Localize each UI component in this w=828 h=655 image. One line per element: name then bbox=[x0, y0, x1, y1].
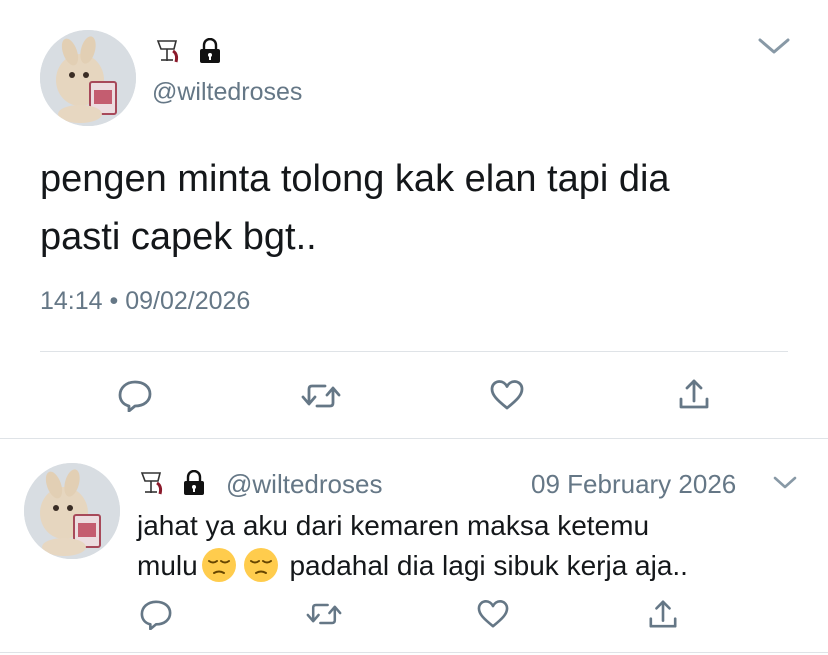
tweet-text: pengen minta tolong kak elan tapi dia pa… bbox=[40, 150, 670, 266]
tweet-text-line: mulu padahal dia lagi sibuk kerja aja.. bbox=[137, 546, 688, 586]
avatar[interactable] bbox=[24, 463, 120, 559]
lock-icon bbox=[182, 470, 206, 496]
pensive-face-emoji bbox=[201, 547, 237, 583]
display-name[interactable] bbox=[138, 468, 206, 498]
retweet-icon[interactable] bbox=[301, 381, 341, 411]
chevron-down-icon[interactable] bbox=[772, 475, 798, 491]
avatar[interactable] bbox=[40, 30, 136, 126]
retweet-icon[interactable] bbox=[306, 600, 342, 628]
handle[interactable]: @wiltedroses bbox=[152, 78, 302, 107]
chevron-down-icon[interactable] bbox=[757, 36, 791, 56]
pensive-face-emoji bbox=[243, 547, 279, 583]
tweet-text-segment: padahal dia lagi sibuk kerja aja.. bbox=[281, 550, 688, 581]
lock-icon bbox=[198, 38, 222, 64]
tweet-text-line: pengen minta tolong kak elan tapi dia bbox=[40, 158, 670, 200]
share-icon[interactable] bbox=[678, 377, 710, 411]
share-icon[interactable] bbox=[648, 598, 678, 630]
reply-icon[interactable] bbox=[117, 378, 153, 412]
display-name[interactable] bbox=[154, 36, 222, 66]
tweet-text: jahat ya aku dari kemaren maksa ketemu m… bbox=[137, 506, 688, 586]
wine-glass-icon bbox=[154, 37, 184, 65]
tweet-text-line: jahat ya aku dari kemaren maksa ketemu bbox=[137, 510, 650, 541]
wine-glass-icon bbox=[138, 469, 168, 497]
like-icon[interactable] bbox=[489, 379, 525, 411]
divider bbox=[0, 652, 828, 653]
like-icon[interactable] bbox=[476, 599, 510, 629]
divider bbox=[0, 438, 828, 439]
divider bbox=[40, 351, 788, 352]
tweet-date[interactable]: 09 February 2026 bbox=[531, 469, 736, 500]
timestamp[interactable]: 14:14 • 09/02/2026 bbox=[40, 287, 250, 316]
tweet-text-line: pasti capek bgt.. bbox=[40, 216, 317, 258]
handle[interactable]: @wiltedroses bbox=[226, 469, 382, 500]
reply-icon[interactable] bbox=[139, 598, 173, 630]
tweet-text-segment: mulu bbox=[137, 550, 198, 581]
